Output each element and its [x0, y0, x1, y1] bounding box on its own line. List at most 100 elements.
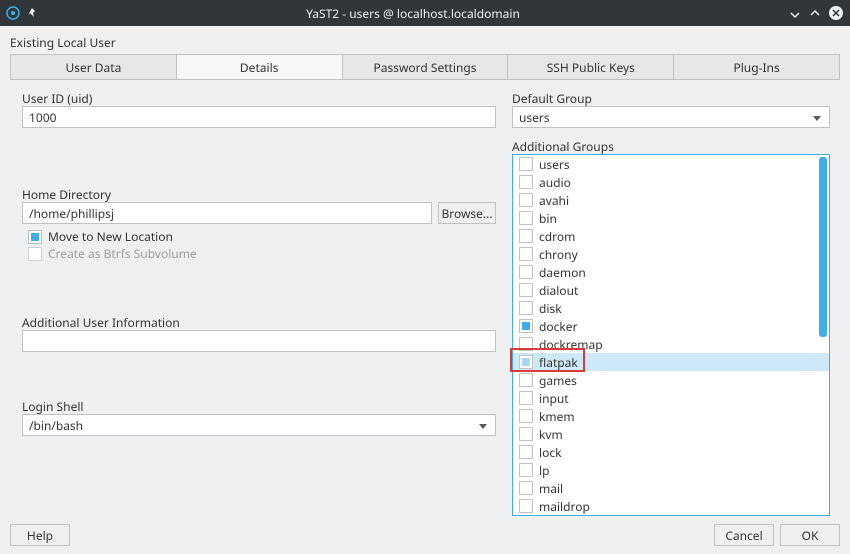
uid-label: User ID (uid) — [22, 90, 92, 107]
group-item-audio[interactable]: audio — [513, 173, 829, 191]
btrfs-checkbox-label: Create as Btrfs Subvolume — [48, 245, 197, 262]
default-group-value: users — [519, 109, 550, 126]
group-checkbox-icon[interactable] — [519, 157, 533, 171]
group-item-games[interactable]: games — [513, 371, 829, 389]
group-item-flatpak[interactable]: flatpak — [513, 353, 829, 371]
group-item-label: kmem — [539, 408, 575, 425]
group-item-input[interactable]: input — [513, 389, 829, 407]
group-item-maildrop[interactable]: maildrop — [513, 497, 829, 515]
group-item-kvm[interactable]: kvm — [513, 425, 829, 443]
default-group-select[interactable]: users — [512, 106, 830, 128]
uid-input[interactable] — [22, 106, 496, 128]
group-checkbox-icon[interactable] — [519, 355, 533, 369]
home-directory-input[interactable] — [22, 202, 432, 224]
additional-info-input[interactable] — [22, 330, 496, 352]
group-item-label: audio — [539, 174, 571, 191]
group-checkbox-icon[interactable] — [519, 247, 533, 261]
group-checkbox-icon[interactable] — [519, 211, 533, 225]
btrfs-checkbox-icon — [28, 247, 42, 261]
home-directory-label: Home Directory — [22, 186, 111, 203]
group-item-label: daemon — [539, 264, 586, 281]
group-checkbox-icon[interactable] — [519, 463, 533, 477]
group-item-label: lp — [539, 462, 549, 479]
group-item-label: mail — [539, 480, 563, 497]
group-checkbox-icon[interactable] — [519, 319, 533, 333]
group-checkbox-icon[interactable] — [519, 193, 533, 207]
group-checkbox-icon[interactable] — [519, 481, 533, 495]
group-checkbox-icon[interactable] — [519, 391, 533, 405]
browse-button[interactable]: Browse... — [438, 202, 496, 224]
group-item-avahi[interactable]: avahi — [513, 191, 829, 209]
minimize-icon[interactable] — [788, 6, 802, 20]
group-checkbox-icon[interactable] — [519, 175, 533, 189]
group-checkbox-icon[interactable] — [519, 445, 533, 459]
group-item-label: docker — [539, 318, 578, 335]
group-item-lp[interactable]: lp — [513, 461, 829, 479]
group-item-label: lock — [539, 444, 562, 461]
group-item-label: dialout — [539, 282, 578, 299]
move-to-new-location-row[interactable]: Move to New Location — [28, 228, 173, 245]
group-item-daemon[interactable]: daemon — [513, 263, 829, 281]
window-title: YaST2 - users @ localhost.localdomain — [38, 5, 788, 22]
tab-ssh-public-keys[interactable]: SSH Public Keys — [508, 55, 674, 79]
group-checkbox-icon[interactable] — [519, 409, 533, 423]
tab-user-data[interactable]: User Data — [11, 55, 177, 79]
group-item-label: disk — [539, 300, 562, 317]
group-item-label: cdrom — [539, 228, 575, 245]
group-checkbox-icon[interactable] — [519, 427, 533, 441]
additional-groups-list[interactable]: usersaudioavahibincdromchronydaemondialo… — [512, 154, 830, 516]
login-shell-label: Login Shell — [22, 398, 84, 415]
group-item-label: kvm — [539, 426, 563, 443]
tabs: User Data Details Password Settings SSH … — [10, 54, 840, 80]
group-checkbox-icon[interactable] — [519, 265, 533, 279]
group-item-users[interactable]: users — [513, 155, 829, 173]
default-group-label: Default Group — [512, 90, 592, 107]
group-checkbox-icon[interactable] — [519, 229, 533, 243]
group-item-label: users — [539, 156, 570, 173]
group-item-label: flatpak — [539, 354, 578, 371]
group-item-dialout[interactable]: dialout — [513, 281, 829, 299]
tab-password-settings[interactable]: Password Settings — [343, 55, 509, 79]
content-area: Existing Local User User Data Details Pa… — [0, 26, 850, 554]
login-shell-value: /bin/bash — [29, 417, 83, 434]
scrollbar-thumb[interactable] — [819, 157, 827, 337]
titlebar: YaST2 - users @ localhost.localdomain — [0, 0, 850, 26]
group-item-label: input — [539, 390, 569, 407]
group-checkbox-icon[interactable] — [519, 337, 533, 351]
cancel-button[interactable]: Cancel — [714, 524, 774, 546]
group-item-bin[interactable]: bin — [513, 209, 829, 227]
group-checkbox-icon[interactable] — [519, 373, 533, 387]
group-item-lock[interactable]: lock — [513, 443, 829, 461]
group-item-label: avahi — [539, 192, 569, 209]
additional-groups-label: Additional Groups — [512, 138, 614, 155]
footer: Help Cancel OK — [0, 516, 850, 554]
group-checkbox-icon[interactable] — [519, 499, 533, 513]
tab-details[interactable]: Details — [177, 55, 343, 79]
group-item-disk[interactable]: disk — [513, 299, 829, 317]
group-item-mail[interactable]: mail — [513, 479, 829, 497]
group-item-cdrom[interactable]: cdrom — [513, 227, 829, 245]
group-item-label: chrony — [539, 246, 578, 263]
group-item-label: games — [539, 372, 577, 389]
group-item-label: bin — [539, 210, 557, 227]
app-menu-icon[interactable] — [6, 6, 20, 20]
maximize-icon[interactable] — [808, 6, 822, 20]
move-checkbox-label: Move to New Location — [48, 228, 173, 245]
additional-info-label: Additional User Information — [22, 314, 180, 331]
pin-icon[interactable] — [26, 7, 38, 19]
group-item-chrony[interactable]: chrony — [513, 245, 829, 263]
group-item-kmem[interactable]: kmem — [513, 407, 829, 425]
group-item-dockremap[interactable]: dockremap — [513, 335, 829, 353]
ok-button[interactable]: OK — [780, 524, 840, 546]
help-button[interactable]: Help — [10, 524, 70, 546]
page-title: Existing Local User — [10, 34, 116, 51]
tab-plug-ins[interactable]: Plug-Ins — [674, 55, 839, 79]
create-btrfs-row: Create as Btrfs Subvolume — [28, 245, 197, 262]
close-icon[interactable] — [828, 5, 844, 21]
login-shell-select[interactable]: /bin/bash — [22, 414, 496, 436]
group-item-label: dockremap — [539, 336, 603, 353]
group-checkbox-icon[interactable] — [519, 283, 533, 297]
move-checkbox-icon[interactable] — [28, 230, 42, 244]
group-checkbox-icon[interactable] — [519, 301, 533, 315]
group-item-docker[interactable]: docker — [513, 317, 829, 335]
